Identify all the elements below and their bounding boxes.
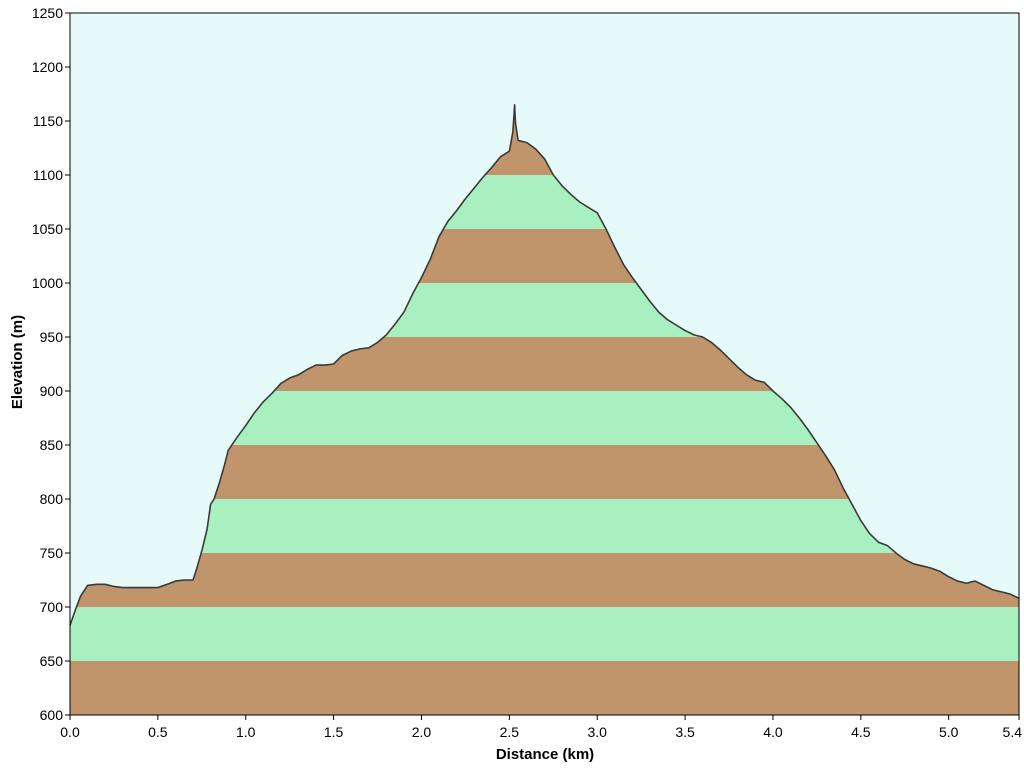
y-tick-label: 950: [40, 329, 64, 345]
plot-area: [69, 13, 1020, 715]
elevation-band: [70, 661, 1019, 715]
x-tick-label: 3.0: [587, 724, 607, 740]
y-axis-title: Elevation (m): [9, 315, 26, 409]
x-tick-label: 1.0: [236, 724, 256, 740]
x-tick-label: 3.5: [675, 724, 695, 740]
x-tick-label: 2.0: [412, 724, 432, 740]
y-tick-label: 1150: [33, 113, 63, 129]
x-tick-label: 4.5: [851, 724, 871, 740]
y-tick-label: 1050: [32, 221, 63, 237]
elevation-band: [70, 607, 1019, 661]
x-tick-label: 2.5: [500, 724, 520, 740]
y-tick-label: 700: [40, 599, 64, 615]
elevation-chart: 600 650 700 750 800 850 900 950 1000 1050 1100 1150…: [0, 0, 1024, 768]
y-tick-label: 1250: [32, 5, 63, 21]
y-tick-label: 850: [40, 437, 64, 453]
y-tick-label: 600: [40, 707, 64, 723]
x-tick-label: 1.5: [324, 724, 344, 740]
x-tick-label: 0.0: [60, 724, 80, 740]
x-tick-label: 5.0: [939, 724, 959, 740]
y-tick-label: 900: [40, 383, 64, 399]
x-tick-label: 4.0: [763, 724, 783, 740]
x-axis-title: Distance (km): [496, 746, 594, 763]
y-tick-label: 1200: [32, 59, 63, 75]
y-tick-label: 1000: [32, 275, 63, 291]
y-tick-label: 750: [40, 545, 64, 561]
y-tick-label: 800: [40, 491, 64, 507]
x-tick-label: 0.5: [148, 724, 168, 740]
elevation-band: [70, 553, 1019, 607]
y-tick-label: 650: [40, 653, 64, 669]
y-tick-label: 1100: [33, 167, 63, 183]
x-tick-label: 5.4: [1003, 724, 1023, 740]
